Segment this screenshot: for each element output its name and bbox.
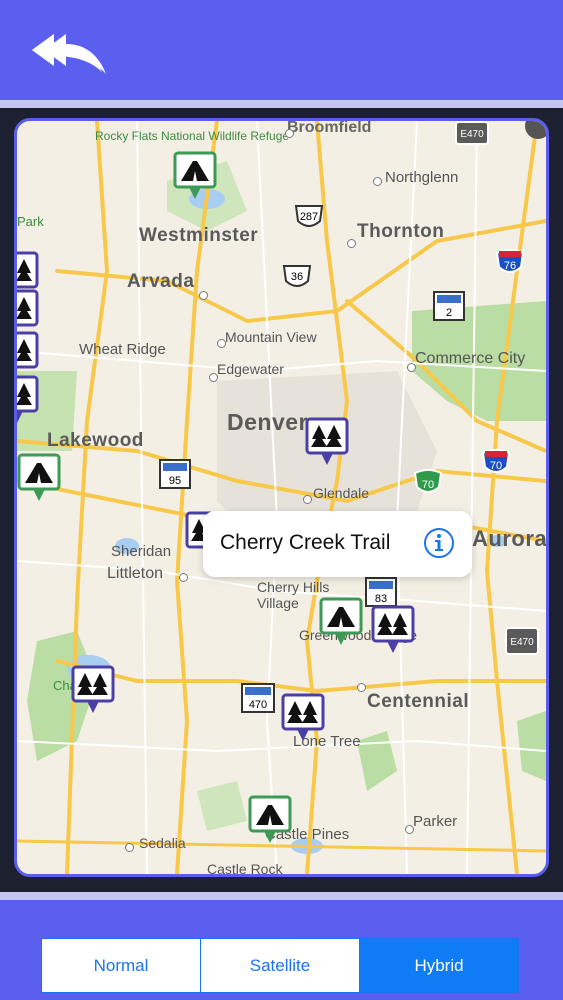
city-dot bbox=[285, 129, 294, 138]
segment-hybrid[interactable]: Hybrid bbox=[360, 939, 518, 992]
interstate-shield: 70 bbox=[481, 447, 511, 482]
city-dot bbox=[347, 239, 356, 248]
shield-label: 2 bbox=[446, 307, 452, 319]
city-label-lakewood: Lakewood bbox=[47, 430, 144, 451]
compass-icon[interactable] bbox=[525, 121, 546, 139]
town-label-littleton: Littleton bbox=[107, 565, 164, 582]
interstate-shield: 70 bbox=[413, 467, 443, 502]
city-dot bbox=[303, 495, 312, 504]
town-label-glendale: Glendale bbox=[313, 485, 370, 501]
town-label-sedalia: Sedalia bbox=[139, 835, 186, 851]
double-back-arrow-icon[interactable] bbox=[28, 26, 110, 82]
shield-label: 287 bbox=[300, 211, 318, 223]
forest-pin[interactable] bbox=[17, 375, 39, 427]
city-dot bbox=[125, 843, 134, 852]
toll-route-shield: E470 bbox=[505, 627, 539, 660]
info-icon[interactable] bbox=[423, 527, 455, 559]
interstate-shield: 76 bbox=[495, 247, 525, 282]
city-dot bbox=[179, 573, 188, 582]
town-label-wheat-ridge: Wheat Ridge bbox=[79, 341, 166, 358]
campground-pin[interactable] bbox=[319, 597, 363, 649]
forest-pin[interactable] bbox=[371, 605, 415, 657]
city-label-westminster: Westminster bbox=[139, 225, 259, 246]
toll-route-shield: E470 bbox=[455, 121, 489, 150]
app-header bbox=[0, 0, 563, 100]
city-label-centennial: Centennial bbox=[367, 691, 470, 712]
city-label-denver: Denver bbox=[227, 409, 308, 435]
campground-pin[interactable] bbox=[17, 453, 61, 505]
shield-label: E470 bbox=[460, 129, 484, 140]
city-label-northglenn: Northglenn bbox=[385, 169, 459, 186]
park-label: Park bbox=[17, 214, 44, 229]
map-view[interactable]: Rocky Flats National Wildlife Refuge Par… bbox=[14, 118, 549, 877]
shield-label: 70 bbox=[422, 479, 434, 491]
shield-label: E470 bbox=[510, 637, 534, 648]
shield-label: 70 bbox=[490, 460, 502, 472]
forest-pin[interactable] bbox=[71, 665, 115, 717]
city-label-aurora: Aurora bbox=[472, 526, 548, 551]
city-label-commerce-city: Commerce City bbox=[415, 350, 526, 367]
state-route-shield: 95 bbox=[159, 459, 191, 494]
city-label-thornton: Thornton bbox=[357, 221, 445, 242]
map-roads bbox=[17, 121, 546, 874]
city-dot bbox=[199, 291, 208, 300]
header-divider bbox=[0, 100, 563, 108]
shield-label: 470 bbox=[249, 699, 267, 711]
city-dot bbox=[209, 373, 218, 382]
location-callout[interactable]: Cherry Creek Trail bbox=[203, 511, 472, 577]
forest-pin[interactable] bbox=[281, 693, 325, 745]
park-label-rocky-flats: Rocky Flats National Wildlife Refuge bbox=[95, 129, 290, 143]
segment-normal[interactable]: Normal bbox=[42, 939, 201, 992]
shield-label: 83 bbox=[375, 593, 387, 605]
city-dot bbox=[405, 825, 414, 834]
forest-pin[interactable] bbox=[305, 417, 349, 469]
city-dot bbox=[357, 683, 366, 692]
shield-label: 36 bbox=[291, 271, 303, 283]
town-label-edgewater: Edgewater bbox=[217, 361, 284, 377]
city-label-arvada: Arvada bbox=[127, 271, 195, 292]
town-label-mountain-view: Mountain View bbox=[225, 329, 317, 345]
state-route-shield: 470 bbox=[241, 683, 275, 718]
town-label-parker: Parker bbox=[413, 813, 458, 830]
shield-label: 95 bbox=[169, 475, 181, 487]
city-dot bbox=[217, 339, 226, 348]
state-route-shield: 2 bbox=[433, 291, 465, 326]
campground-pin[interactable] bbox=[173, 151, 217, 203]
us-route-shield: 287 bbox=[293, 203, 325, 236]
footer-divider bbox=[0, 892, 563, 900]
town-label-sheridan: Sheridan bbox=[111, 543, 172, 560]
town-label-castle-rock: Castle Rock bbox=[207, 861, 283, 877]
shield-label: 76 bbox=[504, 260, 516, 272]
callout-title: Cherry Creek Trail bbox=[220, 531, 391, 554]
city-label-broomfield: Broomfield bbox=[287, 119, 372, 136]
city-dot bbox=[407, 363, 416, 372]
campground-pin[interactable] bbox=[248, 795, 292, 847]
segment-satellite[interactable]: Satellite bbox=[201, 939, 360, 992]
city-dot bbox=[373, 177, 382, 186]
us-route-shield: 36 bbox=[281, 263, 313, 296]
map-type-segmented-control[interactable]: Normal Satellite Hybrid bbox=[41, 938, 519, 993]
